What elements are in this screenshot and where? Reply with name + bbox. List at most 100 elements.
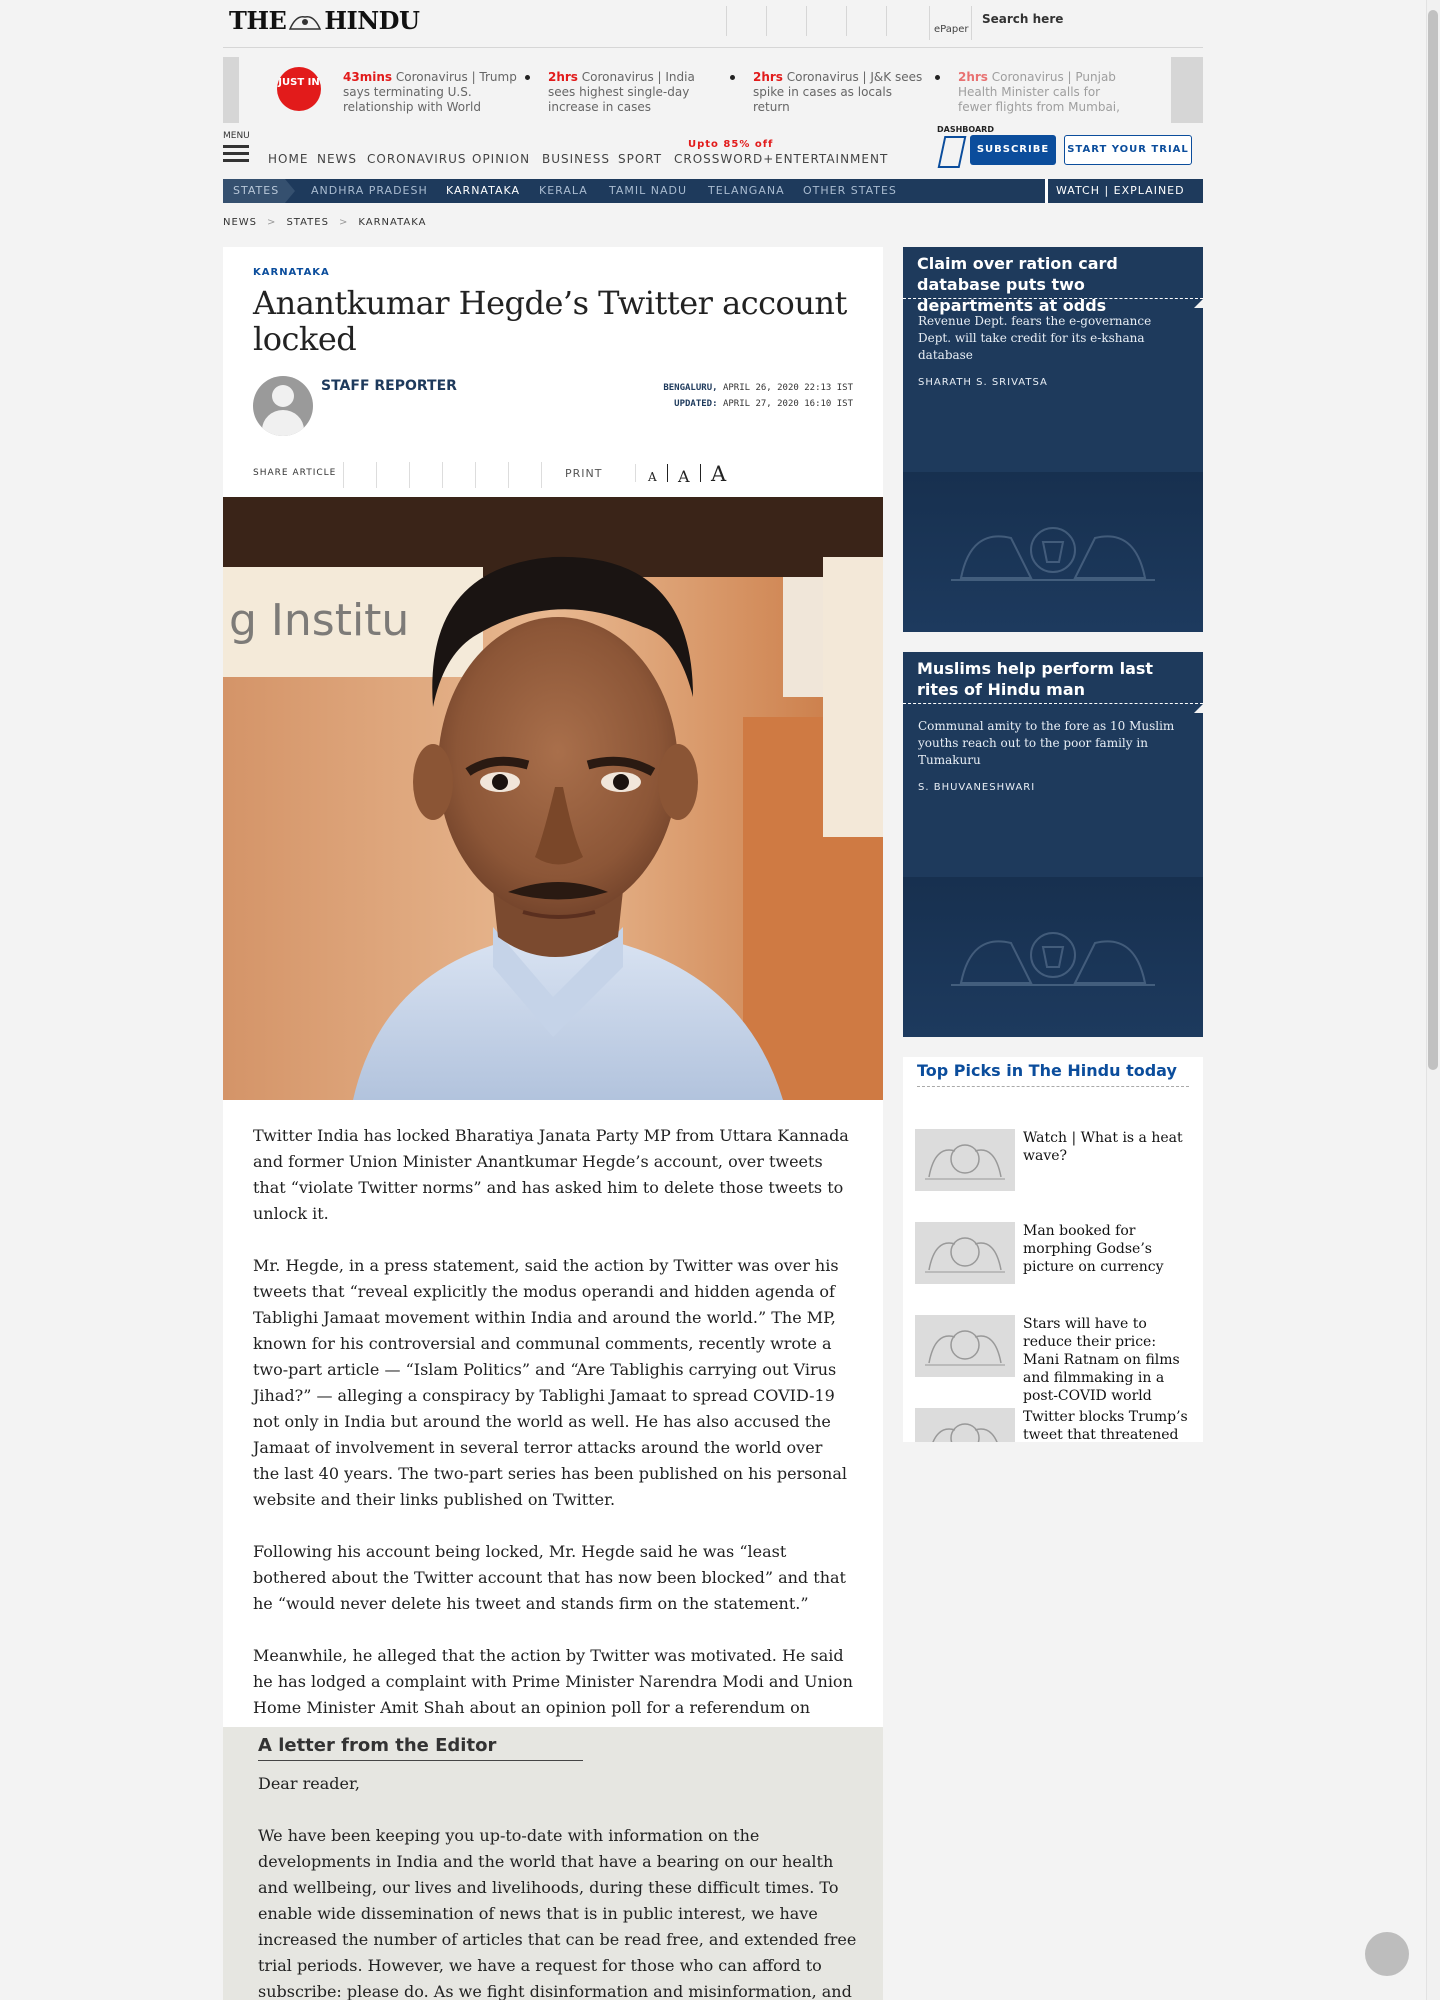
nav-coronavirus[interactable]: CORONAVIRUS — [367, 152, 467, 166]
share-linkedin-icon[interactable] — [442, 462, 472, 488]
sidebar-story-title[interactable]: Claim over ration card database puts two… — [903, 247, 1204, 315]
top-picks-title: Top Picks in The Hindu today — [917, 1061, 1189, 1087]
font-size-medium[interactable]: A — [678, 467, 690, 486]
top-pick-item[interactable]: Watch | What is a heat wave? — [915, 1129, 1195, 1199]
subscribe-button[interactable]: SUBSCRIBE — [970, 135, 1056, 165]
pick-thumbnail — [915, 1222, 1015, 1284]
pick-thumbnail — [915, 1129, 1015, 1191]
just-in-item[interactable]: 2hrs Coronavirus | J&K sees spike in cas… — [753, 70, 929, 115]
top-pick-item[interactable]: Man booked for morphing Godse’s picture … — [915, 1222, 1195, 1292]
start-trial-button[interactable]: START YOUR TRIAL — [1064, 135, 1192, 165]
menu-button[interactable]: MENU — [223, 131, 253, 171]
page-scrollbar[interactable] — [1426, 0, 1440, 2000]
article-body: Twitter India has locked Bharatiya Janat… — [253, 1123, 853, 1799]
sidebar-story-image — [903, 472, 1203, 632]
sidebar-story-summary: Revenue Dept. fears the e-governance Dep… — [918, 314, 1152, 362]
nav-news[interactable]: NEWS — [317, 152, 357, 166]
scrollbar-thumb[interactable] — [1428, 10, 1438, 1070]
logo-text-hindu: HINDU — [324, 6, 420, 35]
editor-letter: A letter from the Editor Dear reader, We… — [223, 1727, 883, 2000]
just-in-item[interactable]: 43mins Coronavirus | Trump says terminat… — [343, 70, 519, 115]
breadcrumb-separator: > — [338, 217, 349, 228]
share-label: SHARE ARTICLE — [253, 468, 337, 478]
instagram-icon[interactable] — [806, 6, 846, 36]
share-reddit-icon[interactable] — [475, 462, 505, 488]
font-divider — [700, 464, 701, 482]
site-logo[interactable]: THE HINDU — [229, 6, 420, 35]
nav-crossword[interactable]: CROSSWORD+ — [674, 152, 774, 166]
dashboard-label: DASHBOARD — [937, 125, 994, 134]
placeholder-crest-icon — [951, 932, 1155, 986]
hamburger-icon — [223, 145, 253, 162]
scroll-to-top-button[interactable] — [1365, 1932, 1409, 1976]
just-in-item[interactable]: 2hrs Coronavirus | India sees highest si… — [548, 70, 724, 115]
watch-explained-link[interactable]: WATCH | EXPLAINED — [1045, 179, 1191, 203]
letter-salutation: Dear reader, — [258, 1774, 360, 1793]
top-pick-item[interactable]: Twitter blocks Trump’s tweet that threat… — [915, 1408, 1195, 1442]
top-pick-item[interactable]: Stars will have to reduce their price: M… — [915, 1315, 1195, 1404]
share-facebook-icon[interactable] — [343, 462, 373, 488]
states-bar: STATES ANDHRA PRADESH KARNATAKA KERALA T… — [223, 179, 1203, 203]
breadcrumb-separator: > — [267, 217, 277, 228]
share-whatsapp-icon[interactable] — [409, 462, 439, 488]
placeholder-crest-icon — [925, 1144, 1005, 1180]
nav-home[interactable]: HOME — [268, 152, 308, 166]
youtube-icon[interactable] — [846, 6, 886, 36]
state-tamil-nadu[interactable]: TAMIL NADU — [609, 184, 687, 197]
sidebar-story-body: Revenue Dept. fears the e-governance Dep… — [903, 299, 1203, 469]
state-kerala[interactable]: KERALA — [539, 184, 588, 197]
font-size-large[interactable]: A — [711, 462, 726, 486]
article-kicker[interactable]: KARNATAKA — [253, 267, 330, 278]
pick-title[interactable]: Watch | What is a heat wave? — [1023, 1129, 1195, 1165]
menu-label: MENU — [223, 131, 250, 141]
article-paragraph: Twitter India has locked Bharatiya Janat… — [253, 1126, 849, 1223]
just-in-inner: JUST IN 43mins Coronavirus | Trump says … — [239, 57, 1171, 123]
letter-body: Dear reader, We have been keeping you up… — [258, 1771, 858, 2000]
facebook-icon[interactable] — [726, 6, 766, 36]
share-toolbar: SHARE ARTICLE PRINT A A A — [253, 460, 853, 488]
pick-title[interactable]: Twitter blocks Trump’s tweet that threat… — [1023, 1408, 1195, 1442]
article-photo: g Institu — [223, 497, 883, 1100]
sidebar-story-card[interactable]: Muslims help perform last rites of Hindu… — [903, 652, 1204, 1037]
sidebar-story-summary: Communal amity to the fore as 10 Muslim … — [918, 719, 1175, 767]
sidebar-story-author: S. BHUVANESHWARI — [918, 782, 1036, 793]
breadcrumb-karnataka[interactable]: KARNATAKA — [358, 217, 426, 228]
state-other[interactable]: OTHER STATES — [803, 184, 897, 197]
article-location: BENGALURU, — [663, 383, 718, 393]
states-tag[interactable]: STATES — [223, 179, 295, 203]
epaper-link[interactable]: ePaper — [929, 6, 969, 40]
linkedin-icon[interactable] — [886, 6, 926, 36]
author-name[interactable]: STAFF REPORTER — [321, 378, 457, 394]
breadcrumb-states[interactable]: STATES — [286, 217, 329, 228]
pick-title[interactable]: Man booked for morphing Godse’s picture … — [1023, 1222, 1195, 1276]
nav-entertainment[interactable]: ENTERTAINMENT — [775, 152, 888, 166]
nav-opinion[interactable]: OPINION — [472, 152, 530, 166]
state-telangana[interactable]: TELANGANA — [708, 184, 785, 197]
font-size-small[interactable]: A — [648, 470, 657, 484]
state-karnataka[interactable]: KARNATAKA — [446, 184, 520, 197]
separator-dot — [935, 75, 940, 80]
breadcrumb-news[interactable]: NEWS — [223, 217, 257, 228]
just-in-item[interactable]: 2hrs Coronavirus | Punjab Health Ministe… — [958, 70, 1128, 115]
sidebar-story-title[interactable]: Muslims help perform last rites of Hindu… — [903, 652, 1204, 713]
just-in-time: 2hrs — [753, 70, 783, 84]
pick-title[interactable]: Stars will have to reduce their price: M… — [1023, 1315, 1195, 1405]
sidebar-story-card[interactable]: Claim over ration card database puts two… — [903, 247, 1204, 632]
toolbar-divider — [635, 464, 636, 482]
search-input[interactable]: Search here — [971, 6, 1203, 40]
updated-label: UPDATED: — [674, 399, 718, 409]
share-email-icon[interactable] — [508, 462, 538, 488]
nav-business[interactable]: BUSINESS — [542, 152, 610, 166]
print-button[interactable]: PRINT — [565, 467, 602, 480]
placeholder-crest-icon — [925, 1330, 1005, 1366]
dashboard-icon[interactable] — [937, 136, 967, 168]
photo-background-text: g Institu — [229, 595, 409, 646]
article-dateline: BENGALURU, APRIL 26, 2020 22:13 IST UPDA… — [663, 380, 853, 412]
nav-sport[interactable]: SPORT — [618, 152, 662, 166]
logo-text-the: THE — [229, 6, 287, 35]
placeholder-crest-icon — [925, 1237, 1005, 1273]
state-andhra-pradesh[interactable]: ANDHRA PRADESH — [311, 184, 428, 197]
twitter-icon[interactable] — [766, 6, 806, 36]
share-twitter-icon[interactable] — [376, 462, 406, 488]
pick-thumbnail — [915, 1315, 1015, 1377]
